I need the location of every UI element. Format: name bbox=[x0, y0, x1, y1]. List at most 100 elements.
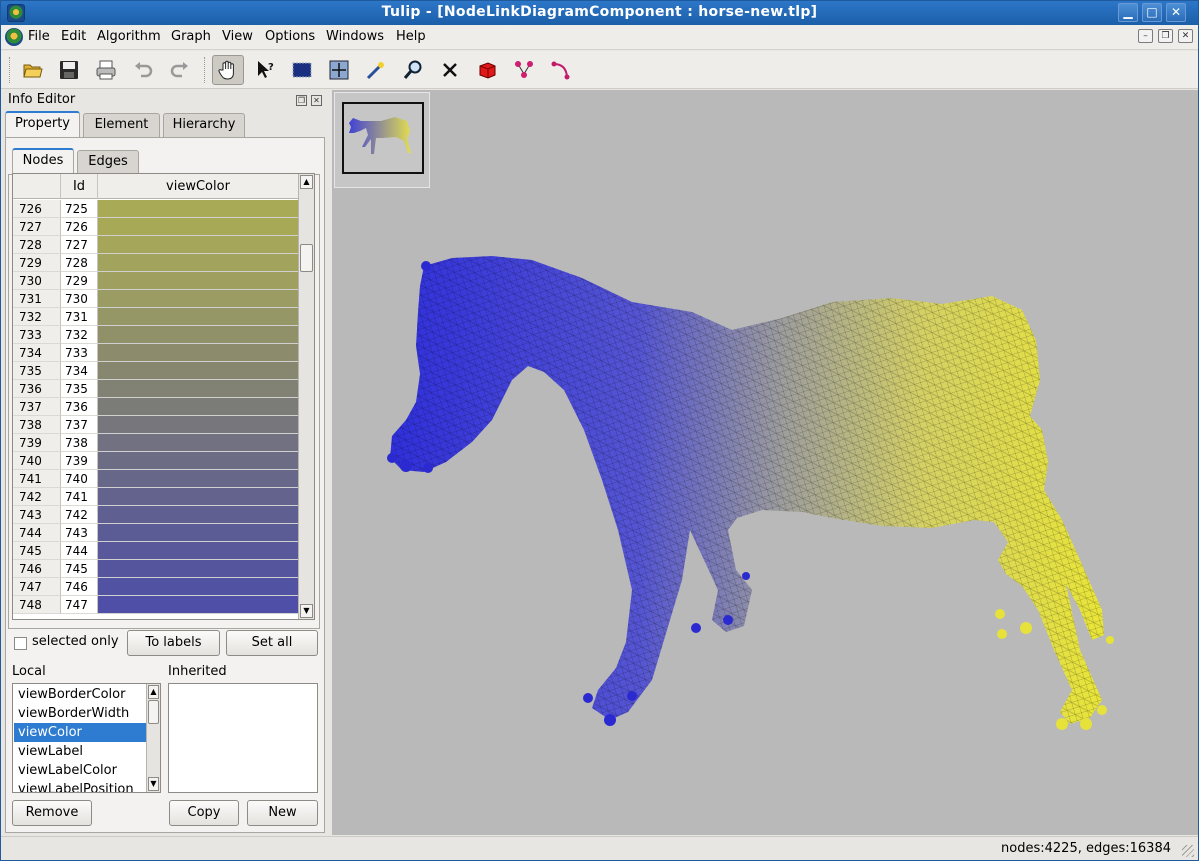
undo-icon[interactable] bbox=[127, 55, 159, 85]
menu-options[interactable]: Options bbox=[265, 29, 315, 44]
node-id-cell[interactable]: 731 bbox=[61, 308, 98, 326]
menu-help[interactable]: Help bbox=[396, 29, 426, 44]
node-id-cell[interactable]: 735 bbox=[61, 380, 98, 398]
table-row[interactable]: 742 741 bbox=[13, 488, 299, 506]
table-row[interactable]: 736 735 bbox=[13, 380, 299, 398]
list-scroll-down-icon[interactable]: ▼ bbox=[148, 777, 159, 791]
node-id-cell[interactable]: 742 bbox=[61, 506, 98, 524]
local-property-item[interactable]: viewColor bbox=[14, 723, 146, 742]
viewcolor-cell[interactable] bbox=[98, 506, 299, 524]
table-row[interactable]: 739 738 bbox=[13, 434, 299, 452]
add-edge-icon[interactable] bbox=[545, 55, 577, 85]
menu-windows[interactable]: Windows bbox=[326, 29, 384, 44]
table-row[interactable]: 733 732 bbox=[13, 326, 299, 344]
header-viewcolor[interactable]: viewColor bbox=[98, 174, 299, 199]
viewcolor-cell[interactable] bbox=[98, 542, 299, 560]
viewcolor-cell[interactable] bbox=[98, 434, 299, 452]
select-box-icon[interactable] bbox=[323, 55, 355, 85]
node-id-cell[interactable]: 725 bbox=[61, 200, 98, 218]
open-icon[interactable] bbox=[17, 55, 49, 85]
node-id-cell[interactable]: 730 bbox=[61, 290, 98, 308]
scroll-up-icon[interactable]: ▲ bbox=[300, 175, 313, 189]
node-id-cell[interactable]: 740 bbox=[61, 470, 98, 488]
viewcolor-cell[interactable] bbox=[98, 524, 299, 542]
tab-nodes[interactable]: Nodes bbox=[12, 148, 74, 175]
dock-close-button[interactable]: ✕ bbox=[311, 95, 322, 106]
viewcolor-cell[interactable] bbox=[98, 218, 299, 236]
table-row[interactable]: 731 730 bbox=[13, 290, 299, 308]
minimize-window-button[interactable]: ▁ bbox=[1118, 3, 1138, 22]
close-window-button[interactable]: ✕ bbox=[1166, 3, 1186, 22]
table-row[interactable]: 740 739 bbox=[13, 452, 299, 470]
table-row[interactable]: 737 736 bbox=[13, 398, 299, 416]
remove-button[interactable]: Remove bbox=[12, 800, 92, 826]
set-all-button[interactable]: Set all bbox=[226, 630, 318, 656]
graph-view[interactable] bbox=[332, 90, 1198, 835]
table-row[interactable]: 745 744 bbox=[13, 542, 299, 560]
viewcolor-cell[interactable] bbox=[98, 362, 299, 380]
new-button[interactable]: New bbox=[247, 800, 318, 826]
viewcolor-cell[interactable] bbox=[98, 578, 299, 596]
hand-icon[interactable] bbox=[212, 55, 244, 85]
viewcolor-cell[interactable] bbox=[98, 326, 299, 344]
viewcolor-cell[interactable] bbox=[98, 380, 299, 398]
node-id-cell[interactable]: 738 bbox=[61, 434, 98, 452]
table-row[interactable]: 732 731 bbox=[13, 308, 299, 326]
mdi-restore-button[interactable]: ❐ bbox=[1158, 29, 1173, 43]
viewcolor-cell[interactable] bbox=[98, 272, 299, 290]
save-icon[interactable] bbox=[53, 55, 85, 85]
node-id-cell[interactable]: 729 bbox=[61, 272, 98, 290]
node-id-cell[interactable]: 727 bbox=[61, 236, 98, 254]
viewcolor-cell[interactable] bbox=[98, 470, 299, 488]
viewcolor-cell[interactable] bbox=[98, 254, 299, 272]
tab-element[interactable]: Element bbox=[83, 113, 160, 137]
viewcolor-cell[interactable] bbox=[98, 308, 299, 326]
table-row[interactable]: 729 728 bbox=[13, 254, 299, 272]
viewcolor-cell[interactable] bbox=[98, 398, 299, 416]
node-id-cell[interactable]: 744 bbox=[61, 542, 98, 560]
zoom-icon[interactable] bbox=[397, 55, 429, 85]
table-row[interactable]: 746 745 bbox=[13, 560, 299, 578]
viewcolor-cell[interactable] bbox=[98, 560, 299, 578]
node-id-cell[interactable]: 732 bbox=[61, 326, 98, 344]
node-id-cell[interactable]: 739 bbox=[61, 452, 98, 470]
inherited-properties-list[interactable] bbox=[168, 683, 318, 793]
node-id-cell[interactable]: 737 bbox=[61, 416, 98, 434]
table-row[interactable]: 748 747 bbox=[13, 596, 299, 614]
menu-view[interactable]: View bbox=[222, 29, 253, 44]
tab-edges[interactable]: Edges bbox=[77, 150, 139, 174]
local-list-scrollbar[interactable]: ▲ ▼ bbox=[146, 684, 160, 792]
menu-edit[interactable]: Edit bbox=[61, 29, 86, 44]
mdi-minimize-button[interactable]: – bbox=[1138, 29, 1153, 43]
add-node-icon[interactable] bbox=[508, 55, 540, 85]
viewcolor-cell[interactable] bbox=[98, 290, 299, 308]
table-row[interactable]: 727 726 bbox=[13, 218, 299, 236]
local-property-item[interactable]: viewLabelColor bbox=[14, 761, 146, 780]
viewcolor-cell[interactable] bbox=[98, 416, 299, 434]
dock-float-button[interactable]: ❐ bbox=[296, 95, 307, 106]
node-id-cell[interactable]: 733 bbox=[61, 344, 98, 362]
scroll-thumb[interactable] bbox=[300, 244, 313, 272]
cube-icon[interactable] bbox=[471, 55, 503, 85]
viewcolor-cell[interactable] bbox=[98, 236, 299, 254]
tab-property[interactable]: Property bbox=[5, 111, 80, 138]
table-row[interactable]: 730 729 bbox=[13, 272, 299, 290]
table-row[interactable]: 734 733 bbox=[13, 344, 299, 362]
menu-graph[interactable]: Graph bbox=[171, 29, 211, 44]
selected-only-checkbox[interactable] bbox=[14, 637, 27, 650]
table-row[interactable]: 747 746 bbox=[13, 578, 299, 596]
viewcolor-cell[interactable] bbox=[98, 488, 299, 506]
node-id-cell[interactable]: 743 bbox=[61, 524, 98, 542]
tab-hierarchy[interactable]: Hierarchy bbox=[163, 113, 245, 137]
copy-button[interactable]: Copy bbox=[169, 800, 239, 826]
viewcolor-cell[interactable] bbox=[98, 452, 299, 470]
node-id-cell[interactable]: 734 bbox=[61, 362, 98, 380]
table-row[interactable]: 738 737 bbox=[13, 416, 299, 434]
document-icon[interactable] bbox=[5, 28, 23, 46]
magic-wand-icon[interactable] bbox=[360, 55, 392, 85]
whats-this-icon[interactable]: ? bbox=[249, 55, 281, 85]
viewcolor-cell[interactable] bbox=[98, 596, 299, 614]
local-property-item[interactable]: viewLabel bbox=[14, 742, 146, 761]
table-row[interactable]: 728 727 bbox=[13, 236, 299, 254]
redo-icon[interactable] bbox=[164, 55, 196, 85]
